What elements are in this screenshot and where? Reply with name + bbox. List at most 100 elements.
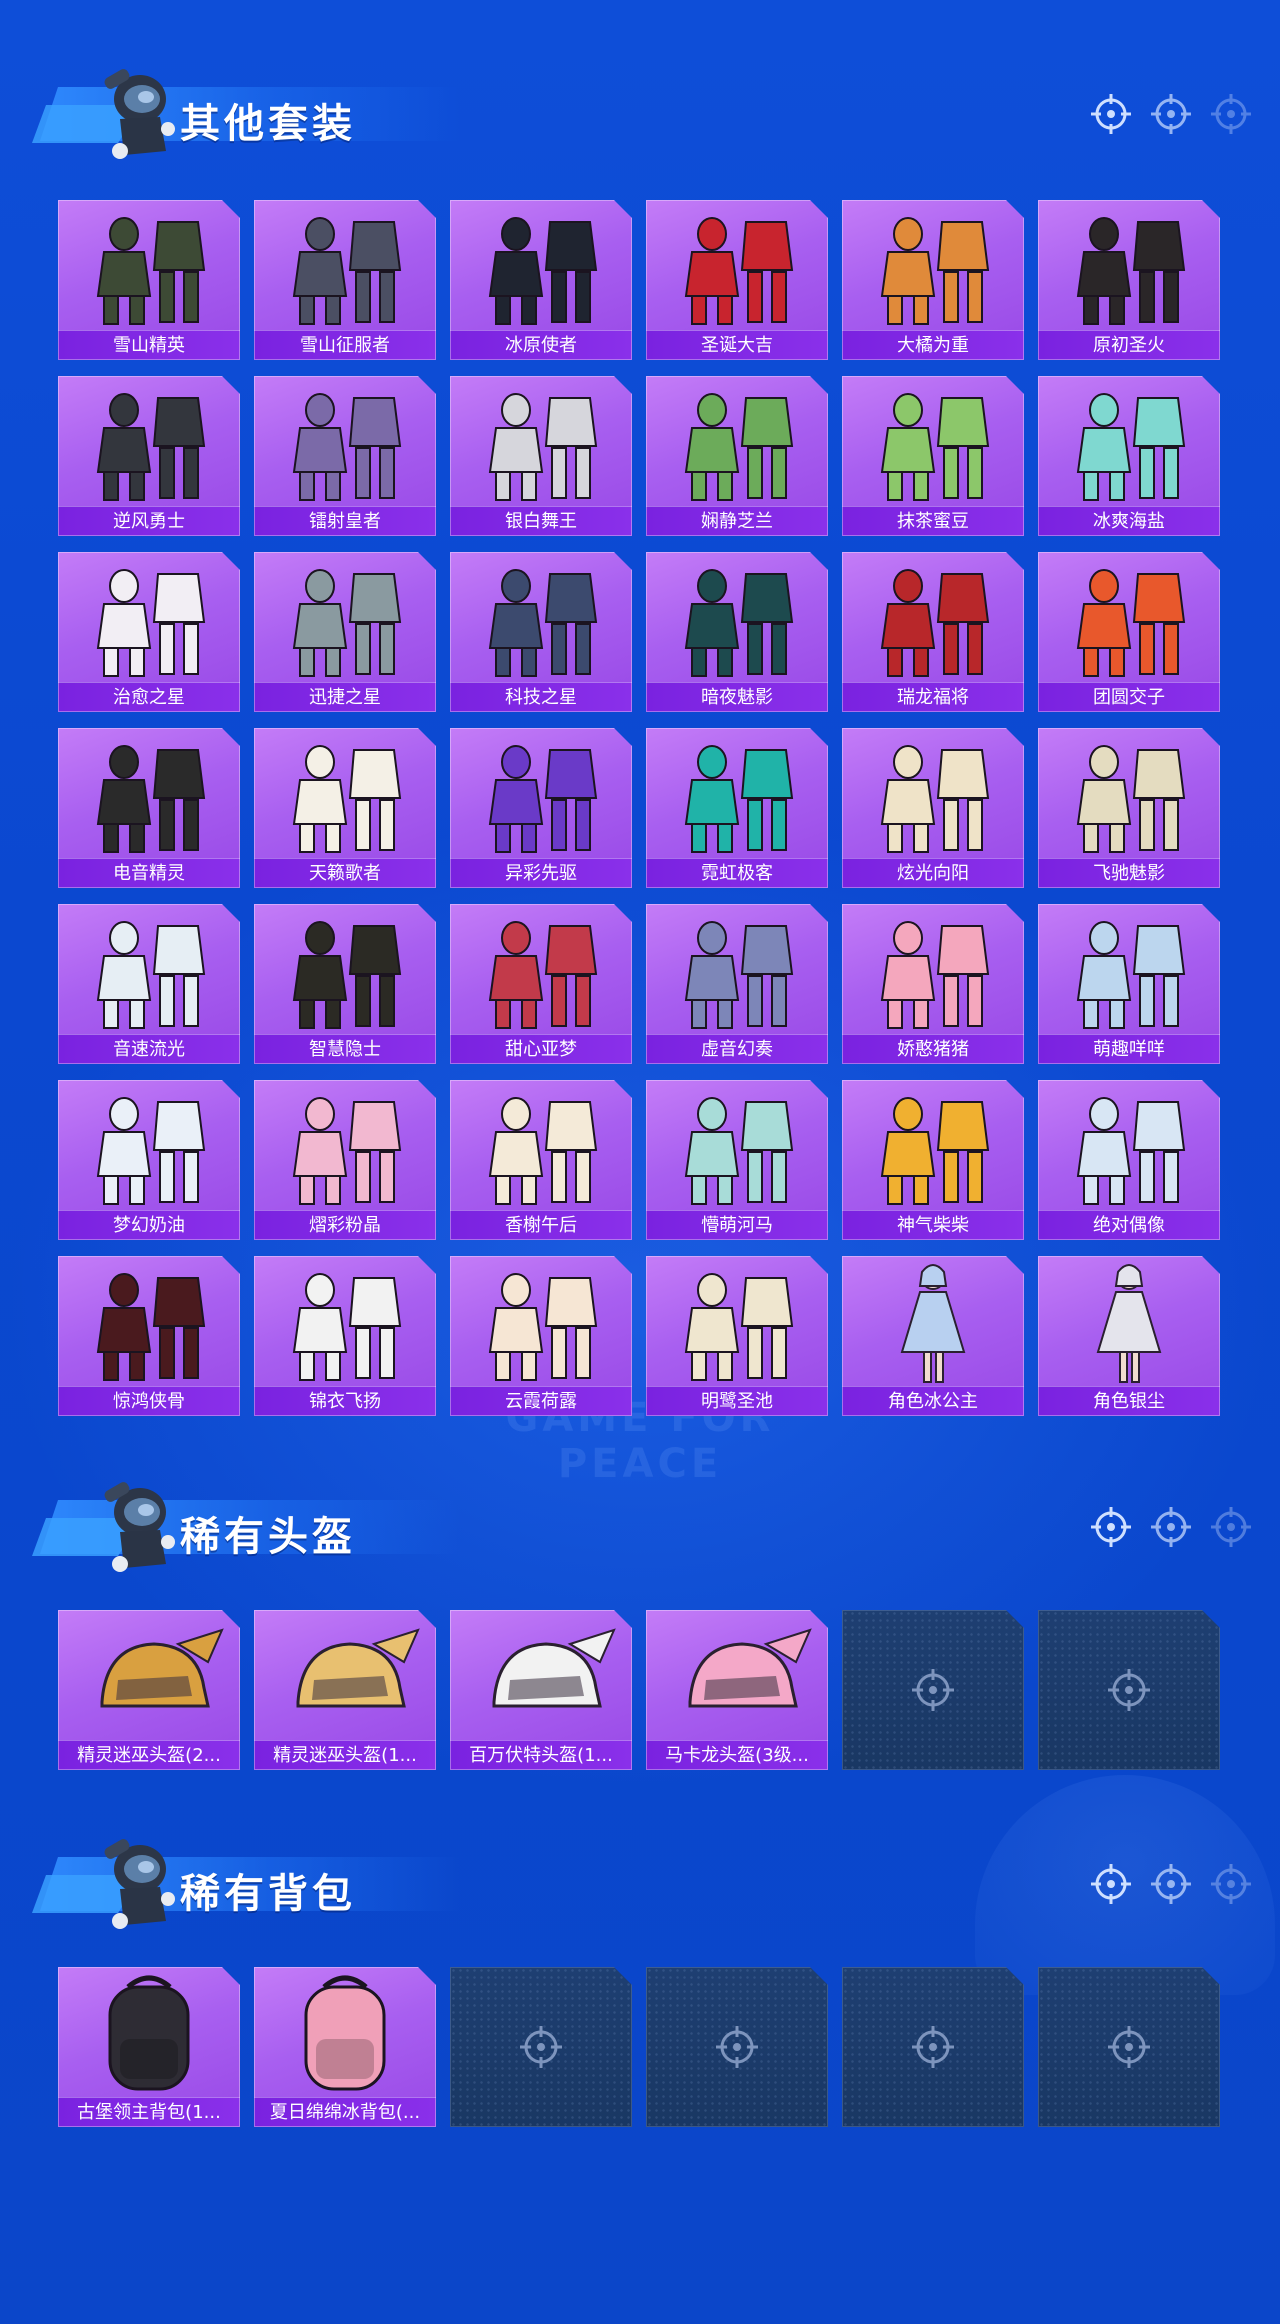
item-card[interactable]: 明鹭圣池 — [646, 1256, 828, 1416]
item-name: 虚音幻奏 — [646, 1034, 828, 1064]
item-card[interactable]: 惊鸿侠骨 — [58, 1256, 240, 1416]
item-name: 云霞荷露 — [450, 1386, 632, 1416]
outfit-icon — [292, 745, 402, 853]
item-card[interactable]: 娇憨猪猪 — [842, 904, 1024, 1064]
item-card[interactable]: 冰原使者 — [450, 200, 632, 360]
item-card[interactable]: 角色冰公主 — [842, 1256, 1024, 1416]
item-name: 霓虹极客 — [646, 858, 828, 888]
item-card[interactable]: 原初圣火 — [1038, 200, 1220, 360]
item-card[interactable]: 云霞荷露 — [450, 1256, 632, 1416]
item-card[interactable]: 雪山征服者 — [254, 200, 436, 360]
item-card[interactable]: 异彩先驱 — [450, 728, 632, 888]
item-card[interactable]: 银白舞王 — [450, 376, 632, 536]
outfit-icon — [292, 1273, 402, 1381]
item-grid: 雪山精英 雪山征服者 冰原使者 圣诞大吉 大橘为重 原初圣火逆风勇士 镭射皇者 银白舞王 娴静芝… — [58, 200, 1222, 1416]
section-title: 其他套装 — [180, 101, 356, 147]
item-card[interactable]: 甜心亚梦 — [450, 904, 632, 1064]
item-card[interactable]: 精灵迷巫头盔(2... — [58, 1610, 240, 1770]
item-card[interactable]: 锦衣飞扬 — [254, 1256, 436, 1416]
item-card[interactable]: 霓虹极客 — [646, 728, 828, 888]
item-card[interactable]: 抹茶蜜豆 — [842, 376, 1024, 536]
mascot-icon — [104, 1482, 175, 1572]
helmet-icon — [296, 1628, 420, 1708]
item-name: 飞驰魅影 — [1038, 858, 1220, 888]
empty-slot — [842, 1967, 1024, 2127]
outfit-icon — [488, 745, 598, 853]
item-card[interactable]: 百万伏特头盔(1... — [450, 1610, 632, 1770]
outfit-icon — [684, 393, 794, 501]
item-card[interactable]: 逆风勇士 — [58, 376, 240, 536]
item-name: 熠彩粉晶 — [254, 1210, 436, 1240]
item-card[interactable]: 飞驰魅影 — [1038, 728, 1220, 888]
item-card[interactable]: 炫光向阳 — [842, 728, 1024, 888]
empty-slot — [1038, 1610, 1220, 1770]
item-card[interactable]: 虚音幻奏 — [646, 904, 828, 1064]
reticle-icon — [520, 2026, 562, 2068]
item-name: 角色银尘 — [1038, 1386, 1220, 1416]
item-card[interactable]: 迅捷之星 — [254, 552, 436, 712]
item-name: 智慧隐士 — [254, 1034, 436, 1064]
item-card[interactable]: 科技之星 — [450, 552, 632, 712]
reticle-icon — [1108, 2026, 1150, 2068]
mascot-icon — [104, 69, 175, 159]
outfit-icon — [292, 393, 402, 501]
item-card[interactable]: 暗夜魅影 — [646, 552, 828, 712]
item-card[interactable]: 瑞龙福将 — [842, 552, 1024, 712]
item-name: 懵萌河马 — [646, 1210, 828, 1240]
outfit-icon — [96, 745, 206, 853]
item-name: 电音精灵 — [58, 858, 240, 888]
outfit-icon — [96, 569, 206, 677]
item-name: 神气柴柴 — [842, 1210, 1024, 1240]
item-card[interactable]: 音速流光 — [58, 904, 240, 1064]
outfit-icon — [488, 1273, 598, 1381]
item-name: 惊鸿侠骨 — [58, 1386, 240, 1416]
outfit-icon — [880, 1097, 990, 1205]
item-card[interactable]: 神气柴柴 — [842, 1080, 1024, 1240]
item-card[interactable]: 镭射皇者 — [254, 376, 436, 536]
item-card[interactable]: 治愈之星 — [58, 552, 240, 712]
item-card[interactable]: 娴静芝兰 — [646, 376, 828, 536]
section-reticles — [1088, 1504, 1254, 1550]
item-card[interactable]: 团圆交子 — [1038, 552, 1220, 712]
item-card[interactable]: 天籁歌者 — [254, 728, 436, 888]
item-card[interactable]: 角色银尘 — [1038, 1256, 1220, 1416]
item-card[interactable]: 电音精灵 — [58, 728, 240, 888]
item-card[interactable]: 冰爽海盐 — [1038, 376, 1220, 536]
item-card[interactable]: 马卡龙头盔(3级... — [646, 1610, 828, 1770]
item-name: 雪山征服者 — [254, 330, 436, 360]
item-card[interactable]: 熠彩粉晶 — [254, 1080, 436, 1240]
item-name: 抹茶蜜豆 — [842, 506, 1024, 536]
item-card[interactable]: 精灵迷巫头盔(1... — [254, 1610, 436, 1770]
item-card[interactable]: 萌趣咩咩 — [1038, 904, 1220, 1064]
outfit-icon — [1076, 745, 1186, 853]
item-card[interactable]: 香榭午后 — [450, 1080, 632, 1240]
item-card[interactable]: 绝对偶像 — [1038, 1080, 1220, 1240]
outfit-icon — [292, 921, 402, 1029]
outfit-icon — [684, 921, 794, 1029]
outfit-icon — [684, 745, 794, 853]
item-name: 原初圣火 — [1038, 330, 1220, 360]
reticle-icon — [1211, 1507, 1251, 1547]
item-name: 科技之星 — [450, 682, 632, 712]
item-card[interactable]: 雪山精英 — [58, 200, 240, 360]
item-name: 萌趣咩咩 — [1038, 1034, 1220, 1064]
reticle-icon — [1211, 94, 1251, 134]
item-card[interactable]: 梦幻奶油 — [58, 1080, 240, 1240]
item-card[interactable]: 夏日绵绵冰背包(... — [254, 1967, 436, 2127]
outfit-icon — [1076, 569, 1186, 677]
reticle-icon — [1151, 1507, 1191, 1547]
outfit-icon — [488, 1097, 598, 1205]
item-card[interactable]: 圣诞大吉 — [646, 200, 828, 360]
item-card[interactable]: 古堡领主背包(1... — [58, 1967, 240, 2127]
item-name: 娴静芝兰 — [646, 506, 828, 536]
item-card[interactable]: 大橘为重 — [842, 200, 1024, 360]
outfit-icon — [1076, 1097, 1186, 1205]
item-name: 团圆交子 — [1038, 682, 1220, 712]
outfit-icon — [488, 393, 598, 501]
item-card[interactable]: 懵萌河马 — [646, 1080, 828, 1240]
section-title: 稀有背包 — [180, 1871, 356, 1917]
item-name: 冰爽海盐 — [1038, 506, 1220, 536]
item-card[interactable]: 智慧隐士 — [254, 904, 436, 1064]
reticle-icon — [1091, 94, 1131, 134]
item-name: 天籁歌者 — [254, 858, 436, 888]
